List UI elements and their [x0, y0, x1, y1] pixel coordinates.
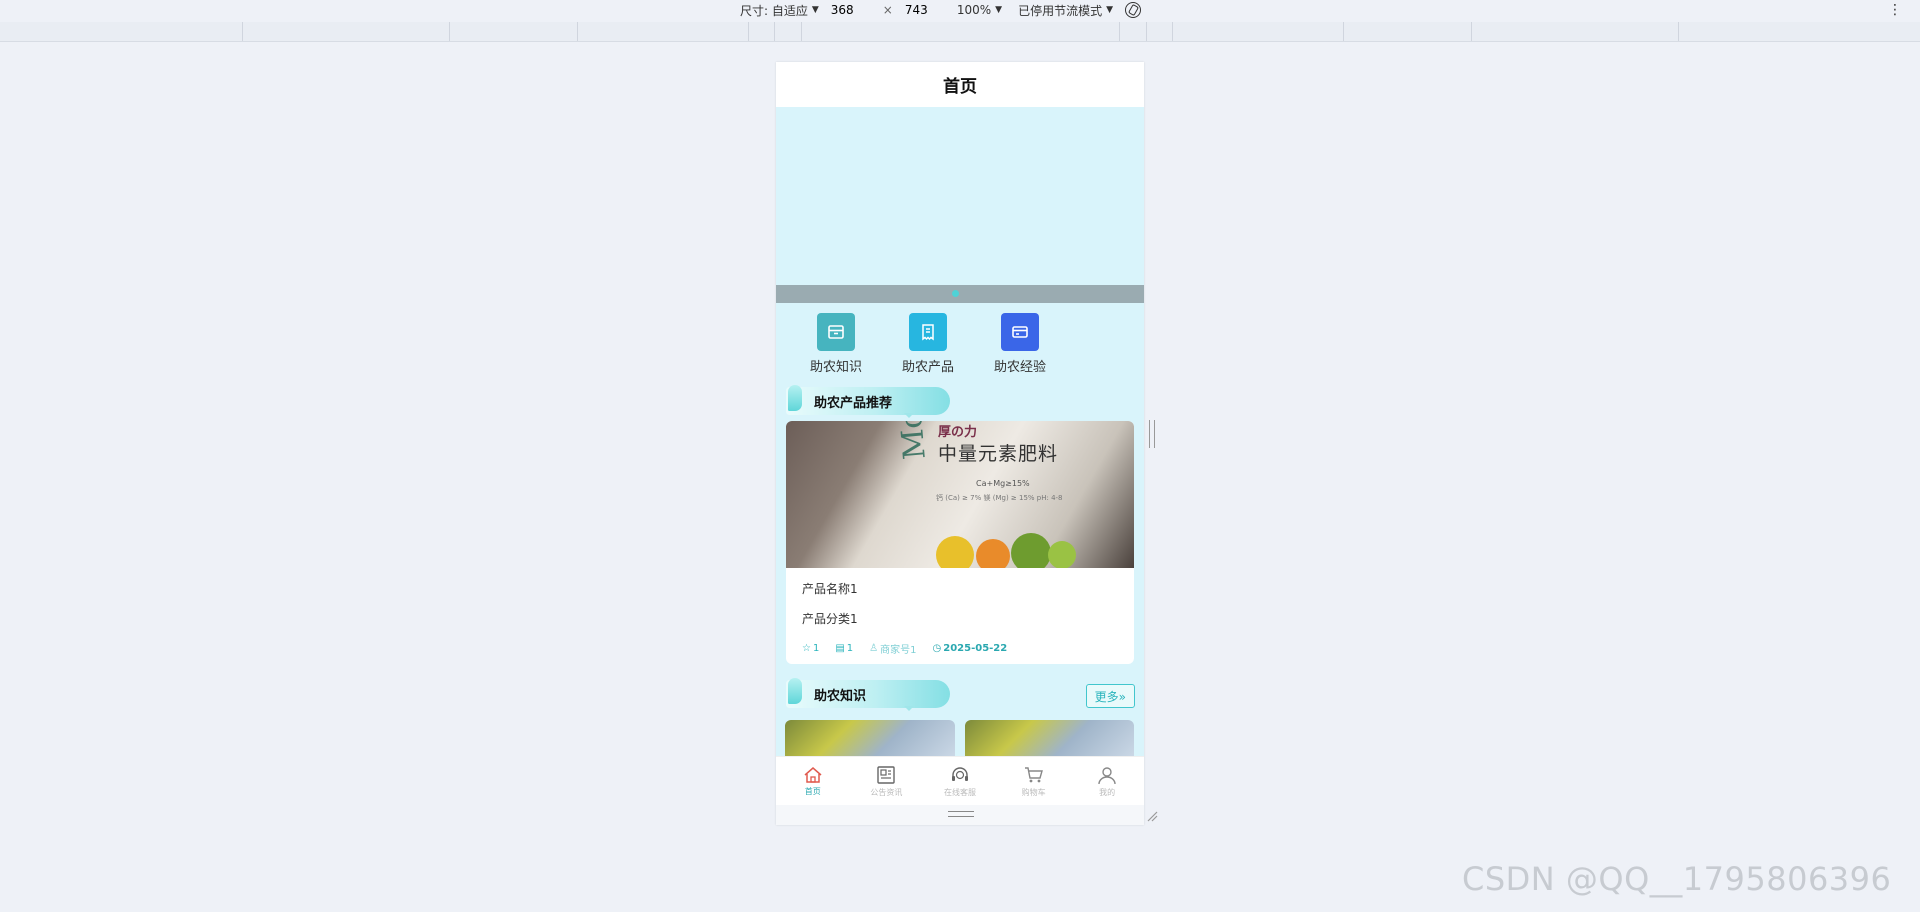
product-category: 产品分类1	[802, 612, 858, 626]
section-pill-tip	[904, 413, 914, 418]
dimensions-label: 尺寸: 自适应	[740, 3, 808, 18]
device-toolbar: 尺寸: 自适应 ▼ × 100% ▼ 已停用节流模式 ▼	[740, 0, 1142, 20]
menu-item-experience[interactable]: 助农经验	[974, 313, 1066, 375]
home-icon	[804, 766, 822, 783]
device-viewport: 首页 助农知识 助农产品 助农经验 助农产品推荐 厚の力 中量元素肥料 Ca+M…	[776, 62, 1144, 825]
fruit-decoration	[936, 536, 974, 568]
tab-label: 购物车	[1021, 787, 1046, 797]
banner-swiper[interactable]	[776, 107, 1144, 285]
tab-label: 我的	[1099, 787, 1116, 797]
resize-corner-icon[interactable]	[1146, 810, 1158, 822]
tab-cart[interactable]: 购物车	[997, 757, 1071, 805]
page-title: 首页	[943, 77, 977, 97]
menu-item-products[interactable]: 助农产品	[882, 313, 974, 375]
height-input[interactable]	[898, 3, 951, 17]
rotate-icon[interactable]	[1125, 2, 1142, 18]
caret-down-icon: ▼	[995, 5, 1003, 15]
tab-label: 在线客服	[943, 787, 976, 797]
publish-date: ◷ 2025-05-22	[932, 643, 1008, 654]
tab-support[interactable]: 在线客服	[923, 757, 997, 805]
menu-label: 助农产品	[901, 360, 954, 375]
tab-profile[interactable]: 我的	[1070, 757, 1144, 805]
throttle-dropdown[interactable]: 已停用节流模式 ▼	[1018, 2, 1113, 19]
tab-label: 公告资讯	[870, 787, 903, 797]
product-info: 产品名称1 产品分类1 ☆ 1 ▤ 1 ♙ 商家号1 ◷ 2025-05-22	[786, 568, 1134, 664]
zoom-dropdown[interactable]: 100% ▼	[957, 3, 1002, 17]
product-name: 产品名称1	[802, 582, 858, 596]
fruit-decoration	[1048, 541, 1076, 568]
caret-down-icon: ▼	[1106, 5, 1114, 15]
user-icon: ♙	[869, 643, 879, 654]
user-icon	[1098, 766, 1116, 784]
zoom-label: 100%	[956, 3, 992, 17]
device-bottom-handle	[776, 805, 1144, 825]
favorites-count: ☆ 1	[802, 643, 820, 654]
menu-label: 助农知识	[809, 360, 862, 375]
receipt-icon	[909, 313, 947, 351]
fruit-decoration	[976, 539, 1010, 568]
comment-icon: ▤	[835, 643, 845, 654]
times-separator: ×	[882, 3, 893, 17]
product-meta: ☆ 1 ▤ 1 ♙ 商家号1 ◷ 2025-05-22	[802, 641, 1118, 656]
tab-news[interactable]: 公告资讯	[850, 757, 924, 805]
throttle-label: 已停用节流模式	[1018, 3, 1103, 18]
merchant: ♙ 商家号1	[869, 643, 917, 656]
bag-print-text: 中量元素肥料	[938, 443, 1059, 465]
comments-count: ▤ 1	[835, 643, 854, 654]
section-header-products: 助农产品推荐	[776, 383, 1144, 418]
section-header-knowledge: 助农知识 更多»	[776, 676, 1144, 711]
section-pill-tip	[904, 706, 914, 711]
bag-print-text: 厚の力	[938, 425, 978, 440]
tab-home[interactable]: 首页	[776, 757, 850, 805]
card-icon	[1001, 313, 1039, 351]
fruit-decoration	[1011, 533, 1051, 568]
tab-bar: 首页 公告资讯 在线客服 购物车 我的	[776, 756, 1144, 805]
product-image: 厚の力 Modley 中量元素肥料 Ca+Mg≥15% 钙 (Ca) ≥ 7% …	[786, 421, 1134, 568]
quick-menu: 助农知识 助农产品 助农经验	[776, 303, 1144, 375]
devtools-toolbar: 尺寸: 自适应 ▼ × 100% ▼ 已停用节流模式 ▼ ⋮	[0, 0, 1920, 20]
clock-icon: ◷	[932, 643, 942, 654]
width-input[interactable]	[824, 3, 877, 17]
swiper-dot[interactable]	[952, 290, 959, 297]
newspaper-icon	[877, 765, 896, 784]
menu-item-knowledge[interactable]: 助农知识	[790, 313, 882, 375]
more-options-icon[interactable]: ⋮	[1888, 2, 1902, 18]
page-scroll[interactable]: 助农知识 助农产品 助农经验 助农产品推荐 厚の力 中量元素肥料 Ca+Mg≥1…	[776, 107, 1144, 817]
headset-icon	[951, 766, 968, 781]
tab-label: 首页	[804, 786, 821, 796]
dimensions-dropdown[interactable]: 尺寸: 自适应 ▼	[740, 2, 819, 19]
star-icon: ☆	[802, 643, 811, 654]
drag-handle-icon[interactable]	[948, 811, 974, 817]
leaf-drop-icon	[788, 385, 802, 411]
caret-down-icon: ▼	[811, 5, 819, 15]
product-card[interactable]: 厚の力 Modley 中量元素肥料 Ca+Mg≥15% 钙 (Ca) ≥ 7% …	[786, 421, 1134, 664]
swiper-indicator-bar	[776, 285, 1144, 303]
bag-print-text: 钙 (Ca) ≥ 7% 镁 (Mg) ≥ 15% pH: 4-8	[936, 494, 1063, 502]
more-button[interactable]: 更多»	[1085, 684, 1135, 708]
resize-handle-right[interactable]	[1149, 420, 1155, 448]
watermark: CSDN @QQ__1795806396	[1462, 860, 1892, 898]
bag-print-text: Modley	[888, 421, 933, 461]
section-title: 助农知识	[814, 689, 867, 704]
bag-print-text: Ca+Mg≥15%	[976, 479, 1030, 488]
media-query-ruler	[0, 22, 1920, 42]
section-title-pill	[786, 680, 950, 708]
leaf-drop-icon	[788, 678, 802, 704]
menu-label: 助农经验	[993, 360, 1046, 375]
section-title: 助农产品推荐	[814, 396, 893, 411]
nav-bar: 首页	[776, 62, 1144, 107]
storefront-icon	[817, 313, 855, 351]
cart-icon	[1024, 766, 1043, 782]
